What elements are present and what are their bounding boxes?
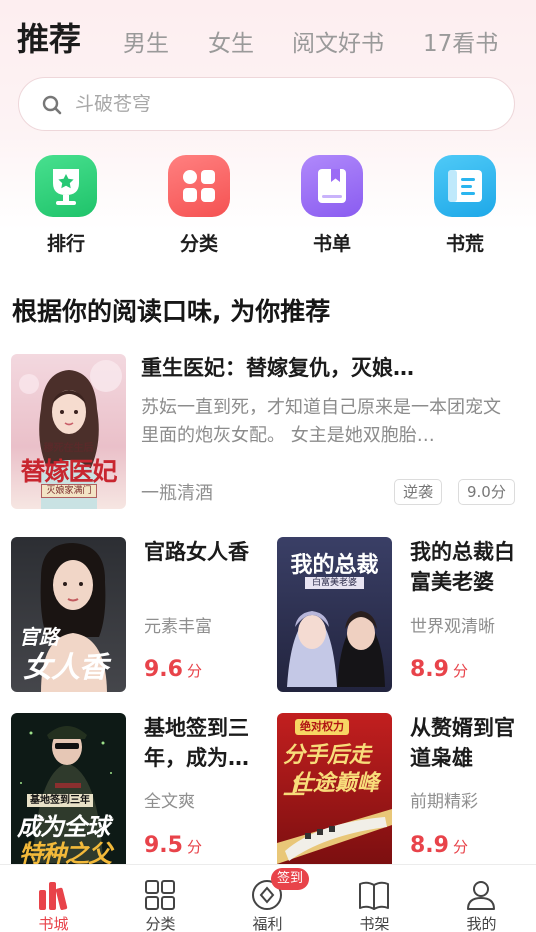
shortcut-booklist-label: 书单: [312, 233, 351, 255]
nav-bookshelf[interactable]: 书架: [321, 865, 428, 932]
book-score-value: 8.9: [410, 657, 449, 682]
book-title[interactable]: 从赘婿到官道枭雄: [410, 713, 525, 773]
featured-book-cover[interactable]: 穆死在生后 替嫁医妃 灭娘家满门: [11, 354, 126, 509]
nav-bookshelf-label: 书架: [359, 915, 390, 932]
book-cover[interactable]: 基地签到三年 成为全球 特种之父: [11, 713, 126, 864]
shortcut-booklist[interactable]: 书单: [297, 155, 367, 256]
shortcut-category[interactable]: 分类: [164, 155, 234, 256]
grid-icon: [168, 155, 230, 217]
book-cover[interactable]: 官路 女人香: [11, 537, 126, 692]
book-score: 9.5 分: [144, 833, 202, 858]
shortcut-book-shortage[interactable]: 书荒: [430, 155, 500, 256]
search-icon: [42, 95, 62, 115]
shortcut-ranking[interactable]: 排行: [31, 155, 101, 256]
book-cover-text: 女人香: [23, 650, 108, 684]
shortcut-book-shortage-label: 书荒: [445, 233, 484, 255]
book-score: 9.6 分: [144, 657, 202, 682]
book-title[interactable]: 官路女人香: [144, 537, 264, 567]
book-title[interactable]: 基地签到三年，成为…: [144, 713, 260, 773]
section-title: 根据你的阅读口味, 为你推荐: [12, 297, 331, 326]
book-cover-text: 仕途巅峰: [291, 771, 380, 796]
bookshelf-icon: [359, 881, 389, 910]
shortcut-category-label: 分类: [179, 233, 218, 255]
nav-bookstore-label: 书城: [38, 915, 69, 932]
featured-book-author: 一瓶清酒: [141, 483, 213, 504]
tab-male[interactable]: 男生: [123, 24, 169, 58]
book-cover[interactable]: 我的总裁 白富美老婆: [277, 537, 392, 692]
book-score-unit: 分: [186, 662, 202, 680]
book-score: 8.9 分: [410, 833, 468, 858]
top-tabs: 推荐 男生 女生 阅文好书 17看书: [0, 10, 536, 60]
book-score-value: 9.5: [144, 833, 183, 858]
book-author: 元素丰富: [144, 617, 212, 637]
book-score-unit: 分: [186, 838, 202, 856]
book-cover[interactable]: 绝对权力 分手后走上 仕途巅峰: [277, 713, 392, 864]
nav-profile[interactable]: 我的: [428, 865, 535, 932]
nav-category[interactable]: 分类: [107, 865, 214, 932]
bottom-nav: 书城 分类 签到 福利 书架 我的: [0, 864, 536, 932]
book-score-unit: 分: [452, 662, 468, 680]
book-cover-text: 白富美老婆: [305, 577, 364, 589]
profile-icon: [467, 881, 495, 910]
book-score: 8.9 分: [410, 657, 468, 682]
tab-female[interactable]: 女生: [208, 24, 254, 58]
book-score-value: 8.9: [410, 833, 449, 858]
search-input[interactable]: [75, 78, 475, 129]
nav-bookstore[interactable]: 书城: [0, 865, 107, 932]
genre-tag[interactable]: 逆袭: [394, 479, 443, 505]
book-author: 全文爽: [144, 792, 195, 812]
trophy-icon: [35, 155, 97, 217]
book-cover-text: 特种之父: [19, 840, 112, 864]
checkin-badge[interactable]: 签到: [271, 868, 310, 890]
nav-welfare[interactable]: 签到 福利: [214, 865, 321, 932]
book-open-icon: [434, 155, 496, 217]
featured-cover-title: 替嫁医妃: [20, 457, 117, 486]
tab-17kanshu[interactable]: 17看书: [423, 24, 498, 58]
nav-profile-label: 我的: [466, 915, 497, 932]
book-score-unit: 分: [452, 838, 468, 856]
shortcut-ranking-label: 排行: [46, 233, 85, 255]
book-author: 世界观清晰: [410, 617, 495, 637]
book-cover-text: 我的总裁: [290, 553, 379, 578]
category-grid-icon: [145, 880, 175, 910]
bookstore-icon: [39, 882, 68, 910]
book-cover-text: 基地签到三年: [27, 794, 93, 807]
book-title[interactable]: 我的总裁白富美老婆: [410, 537, 525, 597]
nav-category-label: 分类: [145, 915, 176, 932]
featured-book-title[interactable]: 重生医妃：替嫁复仇，灭娘…: [141, 352, 511, 382]
featured-book-description: 苏妘一直到死，才知道自己原来是一本团宠文里面的炮灰女配。 女主是她双胞胎…: [141, 397, 501, 446]
booklist-icon: [301, 155, 363, 217]
featured-cover-subtitle: 灭娘家满门: [41, 484, 97, 498]
book-cover-text: 绝对权力: [295, 719, 349, 735]
book-author: 前期精彩: [410, 792, 478, 812]
tab-recommend[interactable]: 推荐: [17, 14, 81, 60]
search-bar[interactable]: [18, 77, 515, 131]
book-score-value: 9.6: [144, 657, 183, 682]
nav-welfare-label: 福利: [252, 915, 283, 932]
tab-yuewen-good-books[interactable]: 阅文好书: [292, 24, 384, 58]
score-tag: 9.0分: [458, 479, 515, 505]
